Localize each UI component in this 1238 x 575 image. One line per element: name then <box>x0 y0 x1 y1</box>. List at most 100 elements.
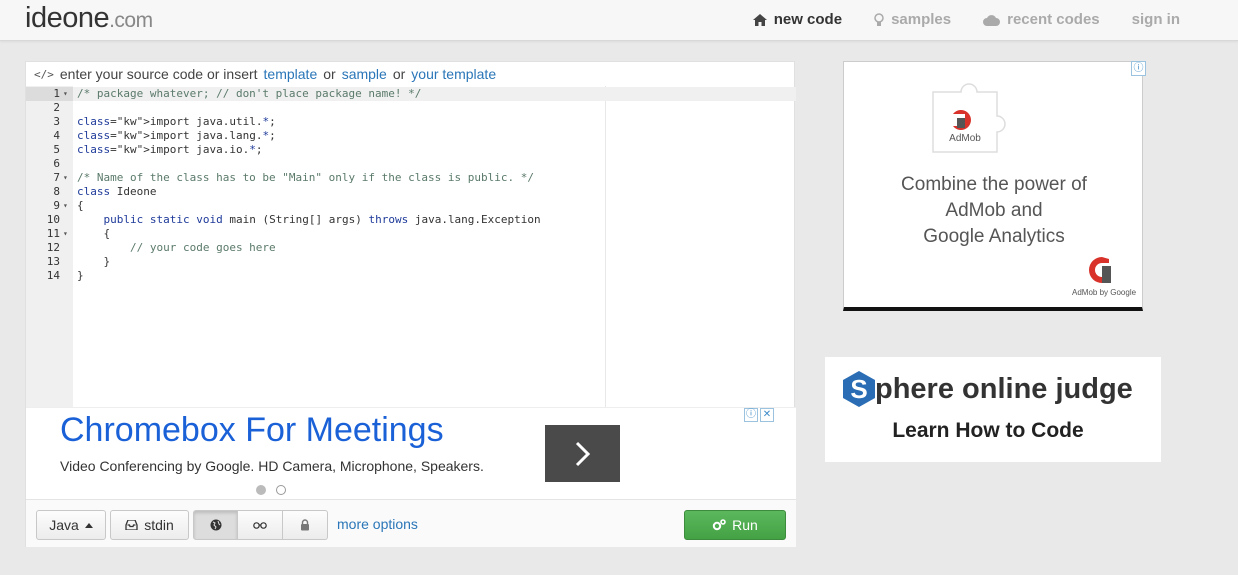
caret-up-icon <box>84 522 93 528</box>
sphere-hexagon-logo: S <box>843 371 875 407</box>
lightbulb-icon <box>874 12 884 26</box>
code-line[interactable]: 12 // your code goes here <box>26 241 796 255</box>
line-number: 8 <box>53 185 60 198</box>
code-line[interactable]: 14} <box>26 269 796 283</box>
chevron-right-icon <box>575 441 590 466</box>
code-icon: </> <box>34 67 54 81</box>
template-link[interactable]: template <box>264 66 318 82</box>
code-line[interactable]: 10 public static void main (String[] arg… <box>26 213 796 227</box>
line-number: 5 <box>53 143 60 156</box>
ad-title[interactable]: Chromebox For Meetings <box>60 411 444 450</box>
carousel-dot-2[interactable] <box>276 485 286 495</box>
stdin-button[interactable]: stdin <box>110 510 189 540</box>
language-select-button[interactable]: Java <box>36 510 106 540</box>
admob-text-line: Google Analytics <box>923 226 1065 247</box>
run-button[interactable]: Run <box>684 510 786 540</box>
sample-link[interactable]: sample <box>342 66 387 82</box>
admob-by-label: AdMob by Google <box>1072 288 1137 297</box>
admob-text-line: AdMob and <box>945 200 1043 221</box>
editor-panel: </> enter your source code or insert tem… <box>25 61 796 547</box>
stdin-label: stdin <box>144 517 174 533</box>
private-toggle[interactable] <box>283 510 328 540</box>
code-line[interactable]: 11 ▾ { <box>26 227 796 241</box>
code-text: { <box>77 227 111 240</box>
line-number: 13 <box>46 255 60 268</box>
line-number: 11 <box>46 227 60 240</box>
nav-recent-codes[interactable]: recent codes <box>983 11 1100 28</box>
visibility-toggle-group <box>193 510 328 540</box>
prompt-text: enter your source code or insert <box>59 66 258 82</box>
ad-info-icon[interactable]: ⓘ <box>744 408 758 422</box>
code-text: { <box>77 199 84 212</box>
your-template-link[interactable]: your template <box>411 66 496 82</box>
ad-close-icon[interactable]: ✕ <box>760 408 774 422</box>
sphere-title-letter: S <box>850 374 867 404</box>
run-label: Run <box>732 517 758 533</box>
line-number: 3 <box>53 115 60 128</box>
fold-toggle-icon[interactable]: ▾ <box>63 199 71 213</box>
line-number: 2 <box>53 101 60 114</box>
code-line[interactable]: 3 class="kw">import java.util.*; <box>26 115 796 129</box>
carousel-dot-1[interactable] <box>256 485 266 495</box>
nav-sign-in[interactable]: sign in <box>1132 11 1180 28</box>
code-text: class="kw">import java.util.*; <box>77 115 276 128</box>
line-number: 7 <box>53 171 60 184</box>
sphere-online-judge-ad[interactable]: S phere online judge Learn How to Code <box>825 357 1161 462</box>
code-line[interactable]: 5 class="kw">import java.io.*; <box>26 143 796 157</box>
line-number: 14 <box>46 269 60 282</box>
admob-logo-icon <box>1089 257 1111 283</box>
puzzle-label: AdMob <box>949 133 981 144</box>
top-header: ideone.com new code samples recent codes… <box>0 0 1238 41</box>
language-label: Java <box>49 517 79 533</box>
code-text: class="kw">import java.lang.*; <box>77 129 276 142</box>
more-options-link[interactable]: more options <box>337 516 418 532</box>
nav-samples[interactable]: samples <box>874 11 951 28</box>
line-number: 10 <box>46 213 60 226</box>
admob-text-line: Combine the power of <box>901 174 1087 195</box>
nav-label: new code <box>773 11 843 28</box>
main-nav: new code samples recent codes sign in <box>721 11 1180 28</box>
code-line[interactable]: 2 <box>26 101 796 115</box>
fold-toggle-icon[interactable]: ▾ <box>63 87 71 101</box>
ad-next-button[interactable] <box>545 425 620 482</box>
line-number: 1 <box>53 87 60 100</box>
home-icon <box>752 13 767 26</box>
nav-label: sign in <box>1131 11 1180 28</box>
nav-label: samples <box>891 11 952 28</box>
inbox-icon <box>125 520 138 530</box>
ad-info-icon[interactable]: ⓘ <box>1131 61 1146 76</box>
carousel-dots <box>256 485 286 495</box>
sphere-title: S phere online judge <box>843 371 1133 407</box>
lock-icon <box>301 519 309 531</box>
fold-toggle-icon[interactable]: ▾ <box>63 227 71 241</box>
code-line[interactable]: 8 class Ideone <box>26 185 796 199</box>
code-editor[interactable]: 1 ▾/* package whatever; // don't place pa… <box>26 86 796 408</box>
sphere-title-text: phere online judge <box>875 372 1133 405</box>
public-toggle[interactable] <box>193 510 238 540</box>
nav-label: recent codes <box>1007 11 1100 28</box>
code-line[interactable]: 4 class="kw">import java.lang.*; <box>26 129 796 143</box>
cloud-icon <box>983 14 1001 26</box>
sphere-subtitle: Learn How to Code <box>892 419 1084 442</box>
ideone-logo[interactable]: ideone.com <box>25 2 153 35</box>
code-text: } <box>77 269 84 282</box>
code-line[interactable]: 9 ▾ { <box>26 199 796 213</box>
admob-ad[interactable]: ⓘ AdMob Combine the power of AdMob and G… <box>843 61 1146 311</box>
prompt-or: or <box>392 66 406 82</box>
code-text: public static void main (String[] args) … <box>103 213 541 226</box>
line-number: 4 <box>53 129 60 142</box>
nav-new-code[interactable]: new code <box>752 11 843 28</box>
code-line[interactable]: 7 ▾ /* Name of the class has to be "Main" … <box>26 171 796 185</box>
puzzle-logo: AdMob <box>932 83 1006 153</box>
fold-toggle-icon[interactable]: ▾ <box>63 171 71 185</box>
ad-description: Video Conferencing by Google. HD Camera,… <box>60 458 484 474</box>
code-line[interactable]: 6 <box>26 157 796 171</box>
code-line[interactable]: 13 } <box>26 255 796 269</box>
ad-banner[interactable]: Chromebox For Meetings Video Conferencin… <box>26 407 796 499</box>
code-line[interactable]: 1 ▾ /* package whatever; // don't place pa… <box>26 87 796 101</box>
prompt-or: or <box>323 66 336 82</box>
gears-icon <box>712 519 726 531</box>
globe-icon <box>210 519 221 531</box>
code-text: // your code goes here <box>77 241 276 254</box>
unlisted-toggle[interactable] <box>238 510 283 540</box>
